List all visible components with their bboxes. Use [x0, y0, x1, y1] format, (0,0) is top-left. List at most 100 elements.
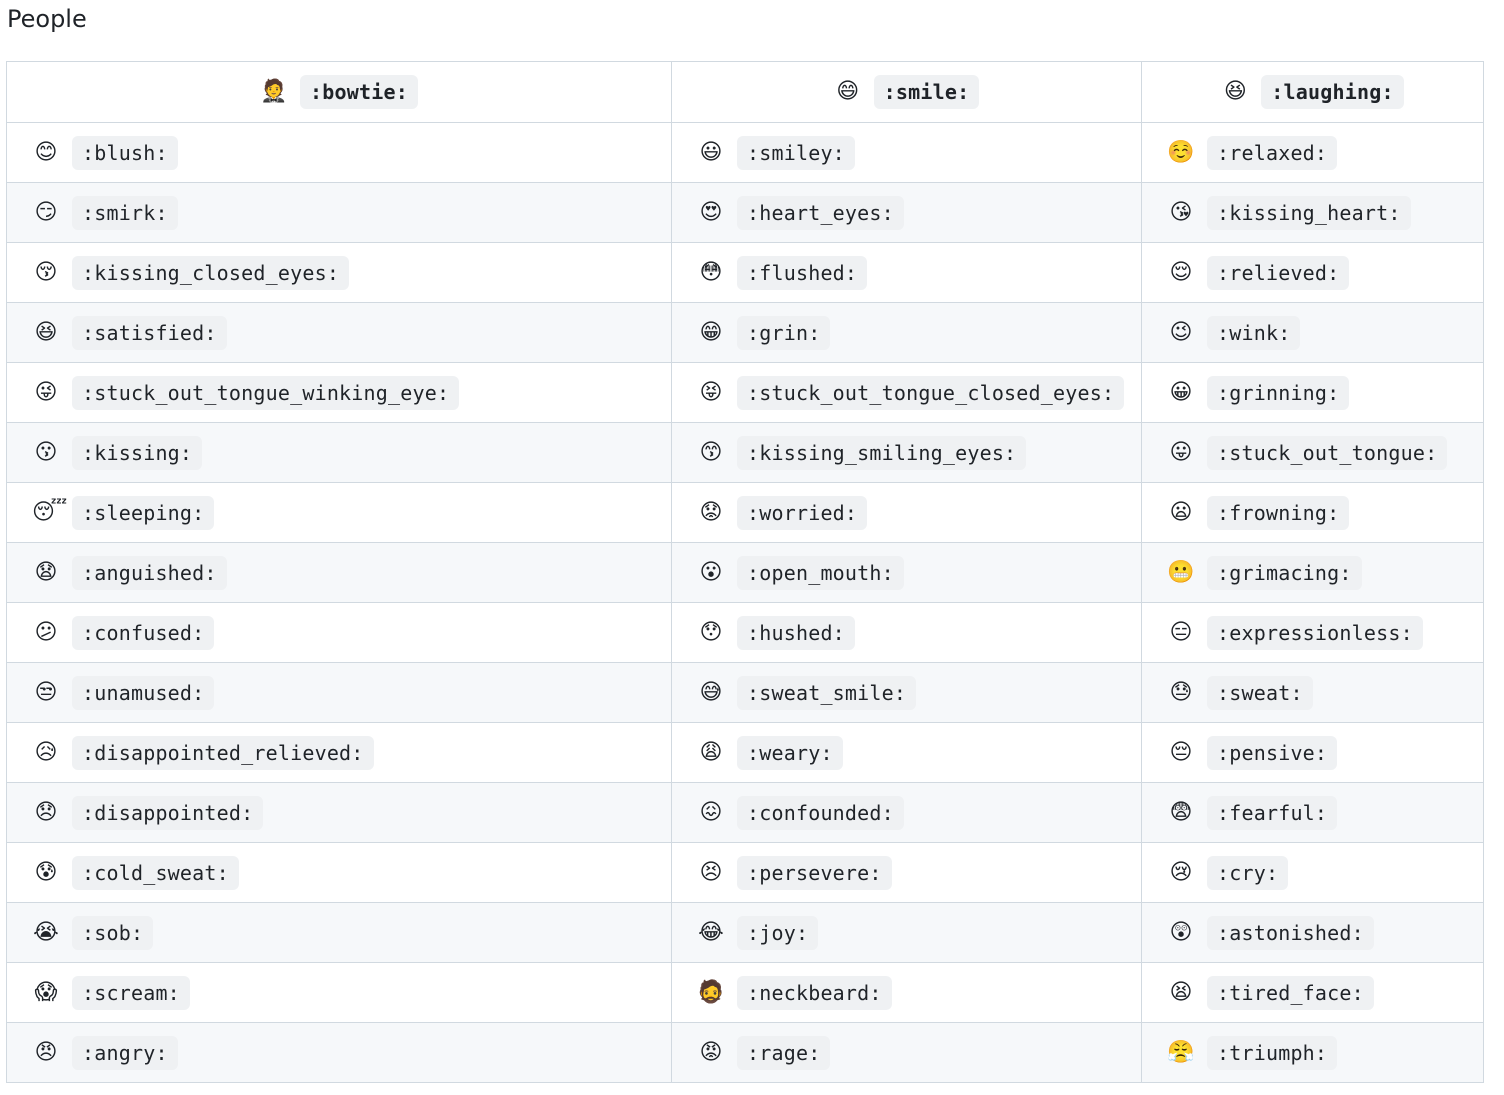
emoji-code: :disappointed: — [72, 795, 264, 830]
emoji-code: :disappointed_relieved: — [72, 735, 374, 770]
emoji-icon: 😚 — [34, 259, 58, 285]
emoji-code: :grin: — [737, 315, 831, 350]
emoji-icon: ☺️ — [1167, 139, 1195, 165]
emoji-icon: 😞 — [34, 799, 58, 825]
emoji-code: :stuck_out_tongue_winking_eye: — [72, 375, 460, 410]
emoji-code: :open_mouth: — [737, 555, 904, 590]
table-row: 😠:angry: 😡:rage: 😤 :triumph: — [6, 1022, 1484, 1083]
table-row: 😒:unamused: 😅:sweat_smile: 😓:sweat: — [6, 662, 1484, 723]
emoji-code: :angry: — [72, 1035, 178, 1070]
table-header-cell: 😆 :laughing: — [1141, 61, 1484, 123]
table-row: 😆:satisfied: 😁:grin: 😉:wink: — [6, 302, 1484, 363]
emoji-code: :pensive: — [1207, 735, 1338, 770]
table-cell: 😴:sleeping: — [6, 482, 672, 543]
emoji-code: :smile: — [873, 75, 980, 109]
table-cell: ☺️ :relaxed: — [1141, 122, 1484, 183]
emoji-code: :confounded: — [737, 795, 904, 830]
table-cell: 😉:wink: — [1141, 302, 1484, 363]
emoji-icon: 😙 — [699, 439, 723, 465]
emoji-code: :kissing_closed_eyes: — [72, 255, 350, 290]
table-row: 😗:kissing: 😙:kissing_smiling_eyes: 😛:stuck… — [6, 422, 1484, 483]
table-cell: 😅:sweat_smile: — [671, 662, 1142, 723]
emoji-icon: 😔 — [1169, 739, 1193, 765]
emoji-code: :laughing: — [1261, 75, 1404, 109]
emoji-icon: 🤵 — [260, 79, 288, 104]
table-cell: 😠:angry: — [6, 1022, 672, 1083]
table-row: 😰:cold_sweat: 😣:persevere: 😢:cry: — [6, 842, 1484, 903]
emoji-icon: 😢 — [1169, 859, 1193, 885]
emoji-icon: 😂 — [698, 919, 724, 945]
emoji-icon: 😴 — [32, 499, 68, 525]
emoji-code: :sweat: — [1207, 675, 1313, 710]
emoji-icon: 😆 — [34, 319, 58, 345]
emoji-code: :triumph: — [1207, 1035, 1338, 1070]
page-title: People — [7, 5, 87, 33]
table-cell: 😖:confounded: — [671, 782, 1142, 843]
table-cell: 😱:scream: — [6, 962, 672, 1023]
emoji-icon: 😣 — [699, 859, 723, 885]
emoji-icon: 😏 — [34, 199, 58, 225]
table-row: 😜:stuck_out_tongue_winking_eye: 😝:stuck_o… — [6, 362, 1484, 423]
emoji-icon: 😛 — [1169, 439, 1193, 465]
table-cell: 😨:fearful: — [1141, 782, 1484, 843]
emoji-code: :sob: — [72, 915, 154, 950]
emoji-icon: 😑 — [1169, 619, 1193, 645]
emoji-icon: 😅 — [699, 679, 723, 705]
emoji-icon: 😜 — [34, 379, 58, 405]
emoji-icon: 😤 — [1167, 1039, 1195, 1065]
table-cell: 😢:cry: — [1141, 842, 1484, 903]
emoji-code: :stuck_out_tongue_closed_eyes: — [737, 375, 1125, 410]
table-row: 😏:smirk: 😍:heart_eyes: 😘:kissing_heart: — [6, 182, 1484, 243]
table-header-cell: 🤵 :bowtie: — [6, 61, 672, 123]
emoji-code: :relaxed: — [1207, 135, 1338, 170]
emoji-code: :grinning: — [1207, 375, 1350, 410]
table-cell: 😚 :kissing_closed_eyes: — [6, 242, 672, 303]
emoji-code: :scream: — [72, 975, 190, 1010]
emoji-icon: 😳 — [699, 259, 723, 285]
table-cell: 😓:sweat: — [1141, 662, 1484, 723]
table-cell: 😲:astonished: — [1141, 902, 1484, 963]
table-cell: 😏 :smirk: — [6, 182, 672, 243]
emoji-icon: 😫 — [1169, 979, 1193, 1005]
emoji-code: :tired_face: — [1207, 975, 1374, 1010]
table-cell: 😕:confused: — [6, 602, 672, 663]
emoji-code: :joy: — [737, 915, 819, 950]
emoji-code: :neckbeard: — [737, 975, 892, 1010]
table-cell: 😞 :disappointed: — [6, 782, 672, 843]
table-cell: 😂 :joy: — [671, 902, 1142, 963]
table-cell: 😌:relieved: — [1141, 242, 1484, 303]
table-cell: 😟 :worried: — [671, 482, 1142, 543]
table-cell: 😗:kissing: — [6, 422, 672, 483]
emoji-code: :hushed: — [737, 615, 855, 650]
emoji-icon: 😆 — [1223, 79, 1247, 104]
emoji-code: :bowtie: — [300, 75, 418, 109]
emoji-icon: 😟 — [699, 499, 723, 525]
table-cell: 😊:blush: — [6, 122, 672, 183]
table-row: 😞 :disappointed: 😖:confounded: 😨:fearful: — [6, 782, 1484, 843]
emoji-icon: 😩 — [699, 739, 723, 765]
table-cell: 😫 :tired_face: — [1141, 962, 1484, 1023]
emoji-code: :unamused: — [72, 675, 215, 710]
table-row: 😚 :kissing_closed_eyes: 😳:flushed: 😌:reliev… — [6, 242, 1484, 303]
table-cell: 😁:grin: — [671, 302, 1142, 363]
emoji-icon: 😥 — [34, 739, 58, 765]
table-row: 😱:scream: 🧔 :neckbeard: 😫 :tired_face: — [6, 962, 1484, 1023]
emoji-code: :smirk: — [72, 195, 178, 230]
table-cell: 😥 :disappointed_relieved: — [6, 722, 672, 783]
emoji-code: :weary: — [737, 735, 843, 770]
emoji-icon: 😧 — [34, 559, 58, 585]
table-cell: 😡:rage: — [671, 1022, 1142, 1083]
emoji-code: :cold_sweat: — [72, 855, 239, 890]
table-cell: 😮:open_mouth: — [671, 542, 1142, 603]
emoji-icon: 😬 — [1167, 559, 1195, 585]
emoji-code: :worried: — [737, 495, 868, 530]
table-cell: 😔 :pensive: — [1141, 722, 1484, 783]
emoji-code: :expressionless: — [1207, 615, 1423, 650]
table-cell: 😰:cold_sweat: — [6, 842, 672, 903]
emoji-icon: 😊 — [34, 139, 58, 165]
emoji-icon: 😗 — [34, 439, 58, 465]
emoji-icon: 😘 — [1169, 199, 1193, 225]
emoji-icon: 🧔 — [697, 979, 725, 1005]
table-cell: 😤 :triumph: — [1141, 1022, 1484, 1083]
table-cell: 😳:flushed: — [671, 242, 1142, 303]
